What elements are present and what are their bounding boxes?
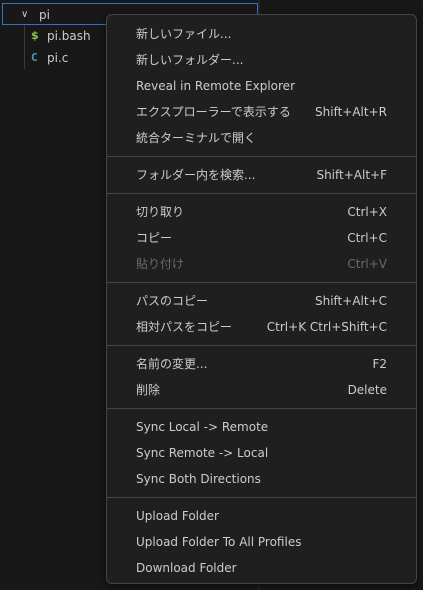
menu-item-shortcut: Delete — [347, 383, 387, 397]
menu-item-cut[interactable]: 切り取り Ctrl+X — [107, 199, 416, 225]
file-label: pi.bash — [47, 29, 91, 43]
chevron-down-icon[interactable]: ∨ — [21, 4, 28, 26]
menu-item-label: フォルダー内を検索... — [136, 168, 256, 182]
c-file-icon: C — [31, 51, 38, 64]
menu-separator — [107, 497, 416, 498]
menu-item-label: Upload Folder To All Profiles — [136, 535, 302, 549]
context-menu: 新しいファイル... 新しいフォルダー... Reveal in Remote … — [106, 14, 417, 584]
menu-item-shortcut: F2 — [372, 357, 387, 371]
menu-item-label: 貼り付け — [136, 257, 185, 271]
menu-separator — [107, 156, 416, 157]
menu-item-label: Reveal in Remote Explorer — [136, 79, 295, 93]
menu-item-upload-folder[interactable]: Upload Folder — [107, 503, 416, 529]
menu-item-rename[interactable]: 名前の変更... F2 — [107, 351, 416, 377]
menu-item-new-folder[interactable]: 新しいフォルダー... — [107, 47, 416, 73]
menu-item-upload-all-profiles[interactable]: Upload Folder To All Profiles — [107, 529, 416, 555]
menu-item-shortcut: Shift+Alt+R — [315, 105, 387, 119]
menu-item-label: Upload Folder — [136, 509, 219, 523]
menu-item-sync-local-remote[interactable]: Sync Local -> Remote — [107, 414, 416, 440]
menu-item-copy-relative-path[interactable]: 相対パスをコピー Ctrl+K Ctrl+Shift+C — [107, 314, 416, 340]
menu-item-label: 削除 — [136, 383, 161, 397]
menu-item-reveal-explorer[interactable]: エクスプローラーで表示する Shift+Alt+R — [107, 99, 416, 125]
menu-separator — [107, 345, 416, 346]
folder-label: pi — [39, 8, 50, 22]
menu-item-find-in-folder[interactable]: フォルダー内を検索... Shift+Alt+F — [107, 162, 416, 188]
menu-item-new-file[interactable]: 新しいファイル... — [107, 21, 416, 47]
menu-item-label: Sync Both Directions — [136, 472, 261, 486]
menu-separator — [107, 282, 416, 283]
menu-item-label: エクスプローラーで表示する — [136, 105, 291, 119]
menu-item-label: コピー — [136, 231, 173, 245]
menu-item-sync-both[interactable]: Sync Both Directions — [107, 466, 416, 492]
menu-item-shortcut: Shift+Alt+F — [316, 168, 387, 182]
menu-item-reveal-remote[interactable]: Reveal in Remote Explorer — [107, 73, 416, 99]
menu-separator — [107, 193, 416, 194]
menu-item-open-terminal[interactable]: 統合ターミナルで開く — [107, 125, 416, 151]
menu-item-label: パスのコピー — [136, 294, 209, 308]
menu-item-label: 切り取り — [136, 205, 185, 219]
menu-separator — [107, 408, 416, 409]
menu-item-label: 名前の変更... — [136, 357, 208, 371]
menu-item-shortcut: Ctrl+C — [347, 231, 387, 245]
menu-item-label: Download Folder — [136, 561, 237, 575]
menu-item-delete[interactable]: 削除 Delete — [107, 377, 416, 403]
bash-file-icon: $ — [31, 29, 39, 42]
menu-item-sync-remote-local[interactable]: Sync Remote -> Local — [107, 440, 416, 466]
menu-item-label: Sync Local -> Remote — [136, 420, 269, 434]
menu-item-shortcut: Ctrl+K Ctrl+Shift+C — [266, 320, 387, 334]
menu-item-copy-path[interactable]: パスのコピー Shift+Alt+C — [107, 288, 416, 314]
menu-item-paste: 貼り付け Ctrl+V — [107, 251, 416, 277]
menu-item-label: 新しいファイル... — [136, 27, 232, 41]
menu-item-shortcut: Ctrl+X — [347, 205, 387, 219]
file-label: pi.c — [47, 51, 69, 65]
menu-item-shortcut: Shift+Alt+C — [314, 294, 387, 308]
menu-item-label: 新しいフォルダー... — [136, 53, 244, 67]
menu-item-copy[interactable]: コピー Ctrl+C — [107, 225, 416, 251]
menu-item-label: 相対パスをコピー — [136, 320, 233, 334]
menu-item-label: Sync Remote -> Local — [136, 446, 269, 460]
menu-item-label: 統合ターミナルで開く — [136, 131, 257, 145]
menu-item-download-folder[interactable]: Download Folder — [107, 555, 416, 581]
menu-item-shortcut: Ctrl+V — [347, 257, 387, 271]
